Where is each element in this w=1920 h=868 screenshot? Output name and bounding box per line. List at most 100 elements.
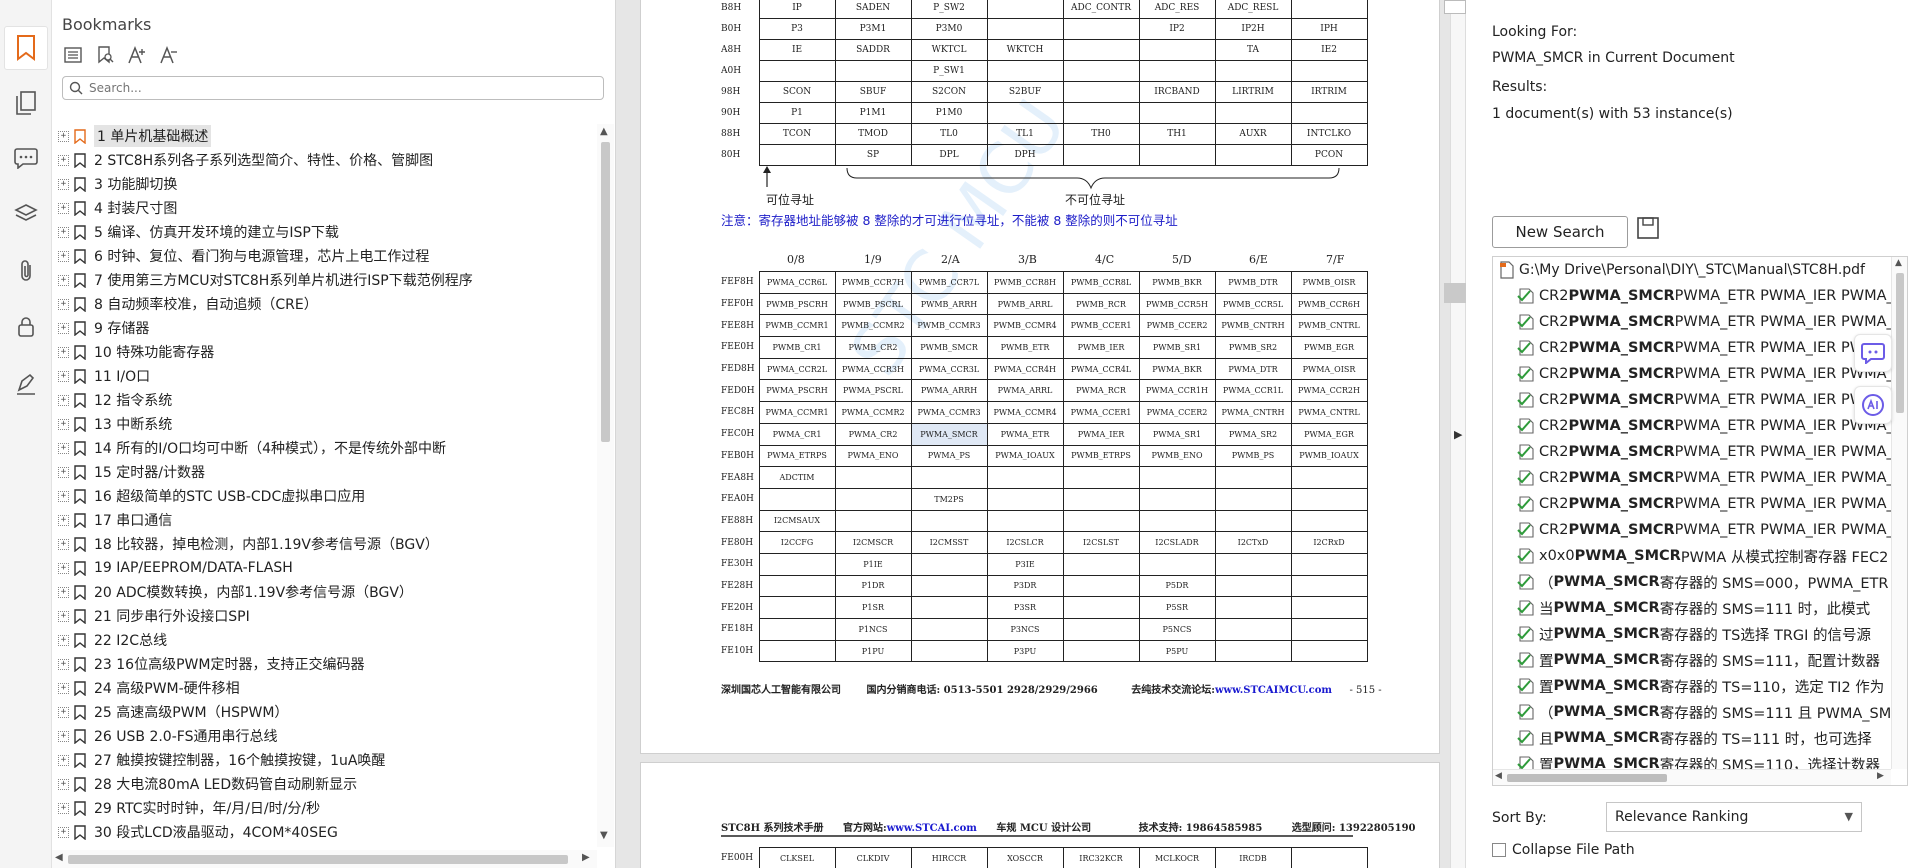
expand-toggle-icon[interactable]: +: [58, 418, 69, 430]
expand-toggle-icon[interactable]: +: [58, 706, 69, 718]
search-result-item[interactable]: （ PWMA_SMCR 寄存器的 SMS=000，PWMA_ETR: [1517, 569, 1888, 595]
expand-toggle-icon[interactable]: +: [58, 442, 69, 454]
expand-toggle-icon[interactable]: +: [58, 202, 69, 214]
bookmarks-vertical-scrollbar[interactable]: ▲ ▼: [597, 124, 614, 847]
new-search-button[interactable]: New Search: [1492, 216, 1628, 248]
search-result-item[interactable]: x0x0 PWMA_SMCR PWMA 从模式控制寄存器 FEC2: [1517, 543, 1888, 569]
expand-toggle-icon[interactable]: +: [58, 802, 69, 814]
expand-toggle-icon[interactable]: +: [58, 178, 69, 190]
bookmarks-search-input[interactable]: [89, 81, 589, 95]
expand-toggle-icon[interactable]: +: [58, 490, 69, 502]
scrollbar-thumb[interactable]: [1896, 273, 1904, 413]
search-result-item[interactable]: CR2 PWMA_SMCR PWMA_ETR PWMA_IER PWMA_S: [1517, 283, 1903, 309]
results-vertical-scrollbar[interactable]: ▲: [1891, 257, 1907, 769]
bookmark-item[interactable]: +23 16位高级PWM定时器，支持正交编码器: [52, 652, 592, 676]
search-result-item[interactable]: 过 PWMA_SMCR 寄存器的 TS选择 TRGI 的信号源: [1517, 621, 1871, 647]
bookmark-item[interactable]: +29 RTC实时时钟，年/月/日/时/分/秒: [52, 796, 592, 820]
increase-font-icon[interactable]: [126, 44, 148, 66]
expand-toggle-icon[interactable]: +: [58, 634, 69, 646]
bookmarks-search-box[interactable]: [62, 76, 604, 100]
scroll-up-arrow-icon[interactable]: ▲: [1895, 258, 1902, 268]
bookmark-item[interactable]: +27 触摸按键控制器，16个触摸按键，1uA唤醒: [52, 748, 592, 772]
expand-toggle-icon[interactable]: +: [58, 658, 69, 670]
bookmark-item[interactable]: +8 自动频率校准，自动追频（CRE）: [52, 292, 592, 316]
bookmark-item[interactable]: +10 特殊功能寄存器: [52, 340, 592, 364]
collapse-file-path-checkbox[interactable]: [1492, 843, 1506, 857]
expand-toggle-icon[interactable]: +: [58, 682, 69, 694]
sort-by-select[interactable]: Relevance Ranking ▼: [1606, 802, 1862, 832]
bookmark-item[interactable]: +2 STC8H系列各子系列选型简介、特性、价格、管脚图: [52, 148, 592, 172]
expand-toggle-icon[interactable]: +: [58, 298, 69, 310]
scroll-left-arrow-icon[interactable]: ◀: [55, 852, 63, 863]
scroll-down-arrow-icon[interactable]: ▼: [600, 830, 608, 841]
bookmark-item[interactable]: +4 封装尺寸图: [52, 196, 592, 220]
footer-forum-link[interactable]: www.STCAIMCU.com: [1215, 685, 1332, 696]
scroll-right-arrow-icon[interactable]: ▶: [1877, 771, 1884, 781]
bookmark-find-icon[interactable]: [94, 44, 116, 66]
search-result-item[interactable]: CR2 PWMA_SMCR PWMA_ETR PWMA_IER PWMA_S: [1517, 309, 1903, 335]
expand-toggle-icon[interactable]: +: [58, 226, 69, 238]
bookmark-item[interactable]: +13 中断系统: [52, 412, 592, 436]
comments-icon[interactable]: [11, 143, 41, 173]
bookmark-item[interactable]: +18 比较器，掉电检测，内部1.19V参考信号源（BGV）: [52, 532, 592, 556]
result-file-path[interactable]: G:\My Drive\Personal\DIY\_STC\Manual\STC…: [1499, 261, 1865, 279]
bookmark-item[interactable]: +12 指令系统: [52, 388, 592, 412]
bookmark-item[interactable]: +21 同步串行外设接口SPI: [52, 604, 592, 628]
document-scroll-thumb[interactable]: [1444, 283, 1466, 303]
expand-toggle-icon[interactable]: +: [58, 610, 69, 622]
bookmark-item[interactable]: +7 使用第三方MCU对STC8H系列单片机进行ISP下载范例程序: [52, 268, 592, 292]
bookmark-item[interactable]: +17 串口通信: [52, 508, 592, 532]
bookmark-item[interactable]: +20 ADC模数转换，内部1.19V参考信号源（BGV）: [52, 580, 592, 604]
bookmark-item[interactable]: +24 高级PWM-硬件移相: [52, 676, 592, 700]
scroll-right-arrow-icon[interactable]: ▶: [582, 852, 590, 863]
header-site-link[interactable]: www.STCAI.com: [887, 823, 977, 834]
expand-toggle-icon[interactable]: +: [58, 514, 69, 526]
document-view[interactable]: STC MCU B8H IP SADEN P_SW2 ADC_CONTR ADC_RES A…: [616, 0, 1450, 868]
expand-toggle-icon[interactable]: +: [58, 730, 69, 742]
bookmark-item[interactable]: +5 编译、仿真开发环境的建立与ISP下载: [52, 220, 592, 244]
security-lock-icon[interactable]: [11, 312, 41, 342]
attachments-icon[interactable]: [11, 256, 41, 286]
search-result-item[interactable]: CR2 PWMA_SMCR PWMA_ETR PWMA_IER PWMA_S: [1517, 465, 1903, 491]
scroll-up-arrow-icon[interactable]: ▲: [600, 126, 608, 137]
expand-toggle-icon[interactable]: +: [58, 274, 69, 286]
search-result-item[interactable]: CR2 PWMA_SMCR PWMA_ETR PWMA_IER PWMA_S: [1517, 361, 1903, 387]
chat-assistant-icon[interactable]: [1854, 334, 1892, 372]
layers-icon[interactable]: [11, 199, 41, 229]
scrollbar-thumb[interactable]: [1507, 774, 1667, 782]
save-results-icon[interactable]: [1636, 216, 1660, 240]
collapse-file-path-option[interactable]: Collapse File Path: [1492, 842, 1635, 858]
scrollbar-thumb[interactable]: [601, 142, 610, 442]
expand-toggle-icon[interactable]: +: [58, 538, 69, 550]
expand-toggle-icon[interactable]: +: [58, 466, 69, 478]
expand-toggle-icon[interactable]: +: [58, 370, 69, 382]
bookmark-item[interactable]: +28 大电流80mA LED数码管自动刷新显示: [52, 772, 592, 796]
results-horizontal-scrollbar[interactable]: ◀ ▶: [1493, 769, 1891, 785]
bookmark-item[interactable]: +9 存储器: [52, 316, 592, 340]
search-result-item[interactable]: （ PWMA_SMCR 寄存器的 SMS=111 且 PWMA_SM: [1517, 699, 1891, 725]
bookmark-item[interactable]: +11 I/O口: [52, 364, 592, 388]
expand-toggle-icon[interactable]: +: [58, 394, 69, 406]
search-result-item[interactable]: CR2 PWMA_SMCR PWMA_ETR PWMA_IER PWMA_S: [1517, 439, 1903, 465]
search-result-item[interactable]: 当 PWMA_SMCR 寄存器的 SMS=111 时，此模式: [1517, 595, 1870, 621]
bookmark-item[interactable]: +3 功能脚切换: [52, 172, 592, 196]
search-result-item[interactable]: CR2 PWMA_SMCR PWMA_ETR PWMA_IER PWMA_S: [1517, 413, 1903, 439]
expand-toggle-icon[interactable]: +: [58, 586, 69, 598]
scroll-left-arrow-icon[interactable]: ◀: [1495, 771, 1502, 781]
scroll-top-button[interactable]: [1444, 0, 1466, 14]
search-result-item[interactable]: 置 PWMA_SMCR 寄存器的 TS=110，选定 TI2 作为: [1517, 673, 1884, 699]
bookmark-panel-icon[interactable]: [4, 26, 48, 70]
bookmark-item[interactable]: +22 I2C总线: [52, 628, 592, 652]
bookmark-item[interactable]: +16 超级简单的STC USB-CDC虚拟串口应用: [52, 484, 592, 508]
search-result-item[interactable]: CR2 PWMA_SMCR PWMA_ETR PWMA_IER PWMA_S: [1517, 491, 1903, 517]
search-result-item[interactable]: CR2 PWMA_SMCR PWMA_ETR PWMA_IER PWMA_S: [1517, 335, 1903, 361]
bookmark-item[interactable]: +25 高速高级PWM（HSPWM）: [52, 700, 592, 724]
expand-toggle-icon[interactable]: +: [58, 754, 69, 766]
bookmark-item[interactable]: +14 所有的I/O口均可中断（4种模式），不是传统外部中断: [52, 436, 592, 460]
search-result-item[interactable]: 置 PWMA_SMCR 寄存器的 SMS=111，配置计数器: [1517, 647, 1880, 673]
signature-pen-icon[interactable]: [11, 369, 41, 399]
expand-toggle-icon[interactable]: +: [58, 826, 69, 838]
bookmark-item[interactable]: +26 USB 2.0-FS通用串行总线: [52, 724, 592, 748]
bookmarks-horizontal-scrollbar[interactable]: ◀ ▶: [52, 850, 597, 868]
decrease-font-icon[interactable]: [158, 44, 180, 66]
